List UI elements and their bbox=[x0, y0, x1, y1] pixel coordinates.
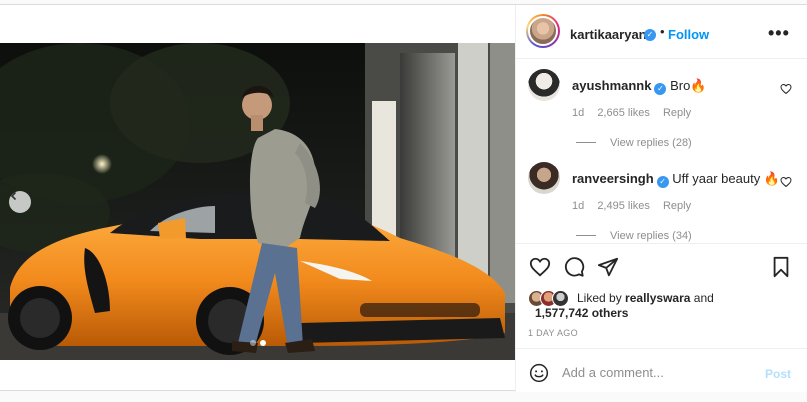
slide-dot-active bbox=[260, 340, 266, 346]
post-timestamp[interactable]: 1 DAY AGO bbox=[528, 328, 578, 338]
post-photo[interactable] bbox=[0, 43, 515, 360]
liked-by-and: and bbox=[693, 291, 714, 305]
comment-likes[interactable]: 2,495 likes bbox=[597, 200, 650, 212]
likes-count[interactable]: 1,577,742 others bbox=[535, 306, 628, 320]
photo-illustration bbox=[0, 43, 515, 360]
action-bar bbox=[516, 243, 807, 287]
view-replies-label: View replies (34) bbox=[610, 230, 692, 242]
view-replies-label: View replies (28) bbox=[610, 137, 692, 149]
comment-input[interactable] bbox=[562, 361, 752, 383]
author-avatar[interactable] bbox=[526, 14, 560, 48]
verified-icon: ✓ bbox=[656, 176, 669, 188]
bookmark-icon[interactable] bbox=[770, 256, 792, 278]
comment-line: ayushmannk ✓ Bro🔥 bbox=[572, 78, 707, 95]
liked-by-prefix: Liked by bbox=[577, 291, 622, 305]
verified-icon: ✓ bbox=[644, 29, 656, 41]
post-header: kartikaaryan ✓ • Follow ••• bbox=[516, 5, 807, 59]
heart-icon[interactable] bbox=[780, 83, 792, 95]
more-options-icon[interactable]: ••• bbox=[768, 23, 790, 44]
liked-by-user[interactable]: reallyswara bbox=[625, 291, 690, 305]
liker-avatar[interactable] bbox=[552, 290, 569, 307]
comment-text: Uff yaar beauty 🔥 bbox=[672, 171, 781, 186]
follow-button[interactable]: Follow bbox=[668, 27, 709, 42]
verified-icon: ✓ bbox=[654, 83, 667, 95]
heart-icon[interactable] bbox=[780, 176, 792, 188]
comment-likes[interactable]: 2,665 likes bbox=[597, 107, 650, 119]
reply-button[interactable]: Reply bbox=[663, 200, 691, 212]
add-comment-bar: Post bbox=[516, 348, 807, 392]
chevron-left-icon bbox=[10, 191, 17, 201]
comment-line: ranveersingh ✓ Uff yaar beauty 🔥 bbox=[572, 171, 780, 188]
author-username[interactable]: kartikaaryan bbox=[570, 27, 647, 42]
commenter-avatar[interactable] bbox=[528, 69, 560, 101]
replies-divider bbox=[576, 142, 596, 143]
replies-divider bbox=[576, 235, 596, 236]
post-sidebar: kartikaaryan ✓ • Follow ••• ayushmannk ✓ … bbox=[515, 5, 807, 392]
comment-text: Bro🔥 bbox=[670, 78, 707, 93]
commenter-username[interactable]: ayushmannk bbox=[572, 78, 651, 93]
prev-slide-button[interactable] bbox=[9, 191, 31, 213]
commenter-username[interactable]: ranveersingh bbox=[572, 171, 654, 186]
emoji-icon[interactable] bbox=[529, 363, 549, 383]
slide-indicator bbox=[250, 340, 266, 346]
view-replies-button[interactable]: View replies (28) bbox=[576, 137, 692, 149]
view-replies-button[interactable]: View replies (34) bbox=[576, 230, 692, 242]
liked-by-line: Liked by reallyswara and bbox=[577, 291, 714, 305]
commenter-avatar[interactable] bbox=[528, 162, 560, 194]
post-frame: kartikaaryan ✓ • Follow ••• ayushmannk ✓ … bbox=[0, 4, 807, 392]
comment-icon[interactable] bbox=[563, 256, 585, 278]
comment-time: 1d bbox=[572, 200, 585, 212]
comment-meta: 1d 2,665 likes Reply bbox=[572, 107, 701, 119]
comment-time: 1d bbox=[572, 107, 585, 119]
heart-icon[interactable] bbox=[529, 256, 551, 278]
reply-button[interactable]: Reply bbox=[663, 107, 691, 119]
separator: • bbox=[660, 24, 665, 39]
slide-dot bbox=[250, 340, 256, 346]
share-icon[interactable] bbox=[597, 256, 619, 278]
comment-meta: 1d 2,495 likes Reply bbox=[572, 200, 701, 212]
post-comment-button[interactable]: Post bbox=[765, 367, 791, 381]
